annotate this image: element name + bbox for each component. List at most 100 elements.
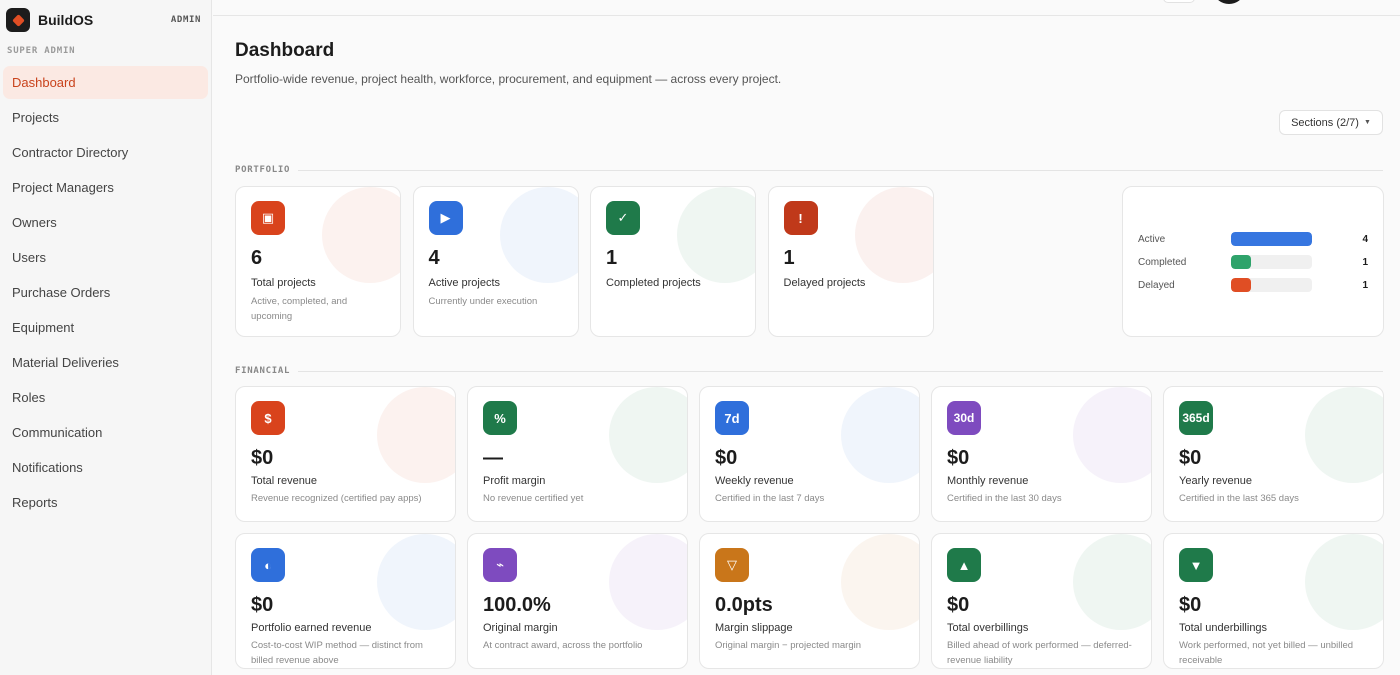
metric-subtext: No revenue certified yet [483,493,584,504]
sidebar-item-project-managers[interactable]: Project Managers [3,171,208,204]
metric-card-total-overbillings[interactable]: ▲ $0 Total overbillings Billed ahead of wor… [931,533,1152,669]
brand-name: BuildOS [38,12,94,28]
sidebar-item-roles[interactable]: Roles [3,381,208,414]
calendar-7d-icon: 7d [715,401,749,435]
status-name: Active [1138,233,1166,245]
status-bar [1231,255,1312,269]
metric-card-total-underbillings[interactable]: ▼ $0 Total underbillings Work performed, no… [1163,533,1384,669]
triangle-up-icon: ▲ [947,548,981,582]
metric-value: 1 [606,247,618,269]
sidebar-item-purchase-orders[interactable]: Purchase Orders [3,276,208,309]
metric-subtext: Currently under execution [428,296,538,307]
metric-value: $0 [947,447,970,469]
metric-subtext: Original margin − projected margin [715,640,861,651]
calendar-30d-icon: 30d [947,401,981,435]
metric-subtext: Revenue recognized (certified pay apps) [251,493,422,504]
check-icon: ✓ [606,201,640,235]
metric-subtext: At contract award, across the portfolio [483,640,643,651]
metric-value: 0.0pts [715,594,773,616]
brand-logo-icon [6,8,30,32]
play-icon: ▶ [428,201,463,235]
financial-label-text: FINANCIAL [235,366,291,376]
metric-label: Total underbillings [1179,622,1268,634]
trend-icon: ⌁ [483,548,517,582]
metric-value: $0 [947,594,970,616]
role-badge: ADMIN [170,15,201,25]
metric-card-completed-projects[interactable]: ✓ 1 Completed projects [590,186,756,337]
status-name: Delayed [1138,279,1175,291]
metric-card-delayed-projects[interactable]: ! 1 Delayed projects [767,186,934,337]
metric-label: Yearly revenue [1179,475,1252,487]
avatar[interactable] [1215,0,1243,4]
metric-value: $0 [1179,594,1202,616]
sidebar-nav: Dashboard Projects Contractor Directory Pro… [0,66,211,519]
dollar-icon: $ [251,401,285,435]
sidebar-item-reports[interactable]: Reports [3,486,208,519]
metric-value: $0 [251,594,274,616]
project-status-breakdown: Active 4 Completed 1 Delayed 1 [1122,186,1384,337]
sidebar-item-dashboard[interactable]: Dashboard [3,66,208,99]
topbar [213,0,1400,16]
project-box-icon: ▣ [251,201,285,235]
metric-card-profit-margin[interactable]: % — Profit margin No revenue certified yet [467,386,688,522]
metric-label: Monthly revenue [947,475,1029,487]
status-count: 1 [1362,256,1368,268]
metric-card-portfolio-earned-revenue[interactable]: ◐ $0 Portfolio earned revenue Cost-to-cost … [235,533,456,669]
metric-value: 1 [783,247,795,269]
metric-card-margin-slippage[interactable]: ▽ 0.0pts Margin slippage Original margin − … [699,533,920,669]
calendar-365d-icon: 365d [1179,401,1213,435]
sidebar-item-communication[interactable]: Communication [3,416,208,449]
metric-subtext: Billed ahead of work performed — deferre… [947,640,1132,666]
sidebar-item-users[interactable]: Users [3,241,208,274]
metric-label: Delayed projects [783,277,866,289]
sections-button[interactable]: Sections (2/7) ▼ [1279,110,1383,135]
status-bar [1231,232,1312,246]
metric-label: Total projects [251,277,316,289]
status-bar [1231,278,1312,292]
metric-value: 100.0% [483,594,551,616]
sidebar-item-notifications[interactable]: Notifications [3,451,208,484]
metric-value: — [483,447,503,469]
percent-icon: % [483,401,517,435]
metric-card-monthly-revenue[interactable]: 30d $0 Monthly revenue Certified in the las… [931,386,1152,522]
sidebar-item-material-deliveries[interactable]: Material Deliveries [3,346,208,379]
metric-subtext: Cost-to-cost WIP method — distinct from … [251,640,423,666]
metric-value: $0 [251,447,274,469]
sidebar-item-owners[interactable]: Owners [3,206,208,239]
sidebar-item-projects[interactable]: Projects [3,101,208,134]
metric-label: Completed projects [606,277,701,289]
sidebar-item-equipment[interactable]: Equipment [3,311,208,344]
metric-label: Portfolio earned revenue [251,622,372,634]
financial-section-label: FINANCIAL [235,366,1383,376]
metric-subtext: Certified in the last 365 days [1179,493,1299,504]
sections-button-label: Sections (2/7) [1291,116,1359,129]
metric-value: $0 [1179,447,1202,469]
metric-label: Weekly revenue [715,475,794,487]
topbar-button[interactable] [1163,0,1195,3]
metric-subtext: Certified in the last 7 days [715,493,825,504]
metric-card-weekly-revenue[interactable]: 7d $0 Weekly revenue Certified in the last … [699,386,920,522]
status-count: 1 [1362,279,1368,291]
metric-subtext: Work performed, not yet billed — unbille… [1179,640,1354,666]
status-row-delayed: Delayed 1 [1138,277,1368,293]
sidebar-item-contractor-directory[interactable]: Contractor Directory [3,136,208,169]
page-description: Portfolio-wide revenue, project health, … [235,72,782,86]
half-circle-icon: ◐ [251,548,285,582]
metric-card-total-revenue[interactable]: $ $0 Total revenue Revenue recognized (cert… [235,386,456,522]
alert-icon: ! [783,201,818,235]
status-count: 4 [1362,233,1368,245]
metric-label: Margin slippage [715,622,793,634]
page-title: Dashboard [235,40,335,61]
metric-card-original-margin[interactable]: ⌁ 100.0% Original margin At contract award,… [467,533,688,669]
caret-down-icon: ▼ [1363,119,1371,126]
portfolio-label-text: PORTFOLIO [235,165,291,175]
metric-value: $0 [715,447,738,469]
brand[interactable]: BuildOS ADMIN [0,0,211,40]
metric-card-total-projects[interactable]: ▣ 6 Total projects Active, completed, and u… [235,186,401,337]
metric-subtext: Active, completed, and upcoming [251,296,348,322]
metric-card-yearly-revenue[interactable]: 365d $0 Yearly revenue Certified in the las… [1163,386,1384,522]
sidebar: BuildOS ADMIN SUPER ADMIN Dashboard Proje… [0,0,212,675]
status-row-completed: Completed 1 [1138,254,1368,270]
metric-card-active-projects[interactable]: ▶ 4 Active projects Currently under executi… [412,186,579,337]
status-name: Completed [1138,256,1187,268]
